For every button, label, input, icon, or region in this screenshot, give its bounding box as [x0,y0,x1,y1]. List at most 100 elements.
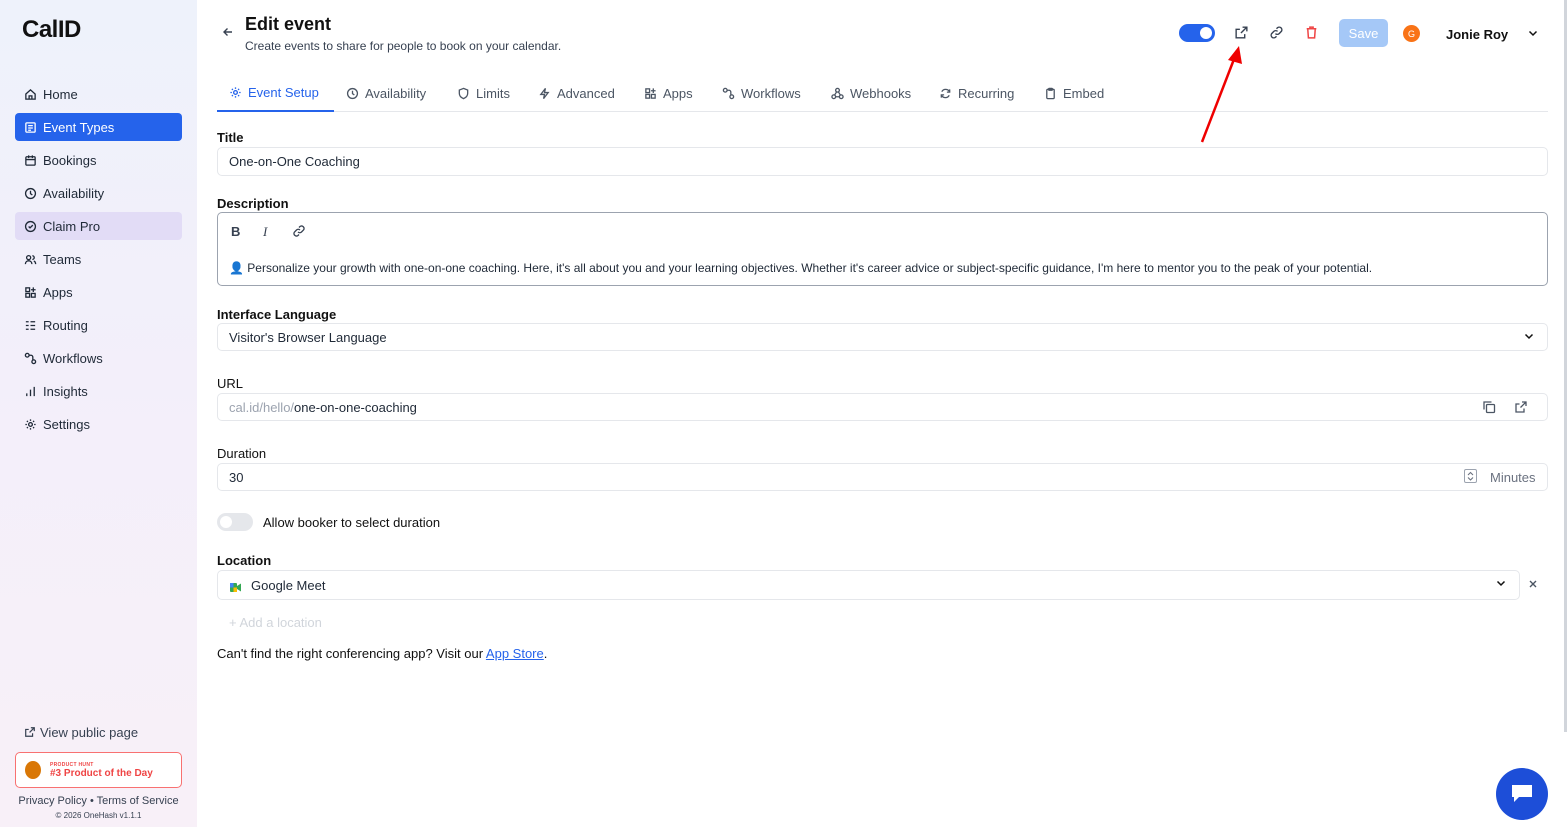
url-label: URL [217,376,244,391]
external-link-icon[interactable] [1514,400,1528,414]
sidebar-item-settings[interactable]: Settings [15,410,182,438]
external-link-icon [24,726,36,738]
chat-support-button[interactable] [1496,768,1548,820]
copy-link-icon[interactable] [1269,25,1285,41]
webhook-icon [831,87,844,100]
app-logo[interactable]: CalID [22,16,81,44]
italic-icon[interactable]: I [263,224,277,239]
event-tabs: Event Setup Availability Limits Advanced… [217,75,1548,112]
tab-advanced[interactable]: Advanced [526,75,627,112]
allow-duration-label: Allow booker to select duration [263,515,441,530]
bold-icon[interactable]: B [231,224,245,239]
duration-stepper[interactable] [1464,469,1477,483]
users-icon [23,252,37,266]
sidebar-item-label: Event Types [43,119,115,135]
sidebar: CalID Home Event Types Bookings Availabi… [0,0,197,827]
privacy-policy-link[interactable]: Privacy Policy [18,795,86,807]
sidebar-item-claim-pro[interactable]: Claim Pro [15,212,182,240]
language-select[interactable]: Visitor's Browser Language [217,323,1548,351]
title-label: Title [217,130,244,145]
tab-availability[interactable]: Availability [334,75,438,112]
chevron-down-icon[interactable] [1523,330,1537,344]
help-text-prefix: Can't find the right conferencing app? V… [217,646,486,661]
sidebar-item-workflows[interactable]: Workflows [15,344,182,372]
gear-icon [229,86,242,99]
clock-icon [23,186,37,200]
copy-icon[interactable] [1482,400,1496,414]
chevron-down-icon[interactable] [1495,577,1509,591]
description-text: 👤 Personalize your growth with one-on-on… [229,261,1373,275]
url-prefix: cal.id/hello/ [229,399,295,415]
routing-icon [23,318,37,332]
tab-webhooks[interactable]: Webhooks [819,75,923,112]
sidebar-item-apps[interactable]: Apps [15,278,182,306]
sidebar-footer: View public page PRODUCT HUNT #3 Product… [15,722,182,820]
sidebar-item-teams[interactable]: Teams [15,245,182,273]
tab-label: Advanced [557,86,615,101]
google-meet-icon [230,580,241,592]
tab-label: Embed [1063,86,1105,101]
app-store-link[interactable]: App Store [486,646,544,661]
sidebar-item-insights[interactable]: Insights [15,377,182,405]
add-location-button[interactable]: + Add a location [229,615,322,630]
tab-workflows[interactable]: Workflows [710,75,813,112]
lightning-icon [538,87,551,100]
description-label: Description [217,196,289,211]
tab-label: Apps [663,86,693,101]
workflow-icon [722,87,735,100]
event-types-icon [23,120,37,134]
clipboard-icon [1044,87,1057,100]
url-slug: one-on-one-coaching [294,399,417,415]
workflow-icon [23,351,37,365]
url-input[interactable]: cal.id/hello/one-on-one-coaching [217,393,1548,421]
link-icon[interactable] [292,224,306,238]
location-select[interactable]: Google Meet [217,570,1520,600]
chevron-down-icon[interactable] [1527,27,1539,39]
sidebar-item-label: Bookings [43,152,97,168]
preview-external-link-icon[interactable] [1234,25,1250,41]
badge-icon [23,219,37,233]
title-input[interactable]: One-on-One Coaching [217,147,1548,176]
sidebar-item-label: Home [43,86,78,102]
sidebar-item-routing[interactable]: Routing [15,311,182,339]
sidebar-item-home[interactable]: Home [15,80,182,108]
gear-icon [23,417,37,431]
page-title: Edit event [245,14,332,34]
grid-icon [644,87,657,100]
sidebar-item-label: Settings [43,416,90,432]
page-subtitle: Create events to share for people to boo… [245,39,562,53]
sidebar-item-label: Routing [43,317,88,333]
tab-label: Limits [476,86,510,101]
title-value: One-on-One Coaching [229,154,360,169]
tab-label: Event Setup [248,85,319,100]
trash-icon[interactable] [1304,25,1320,41]
close-icon[interactable] [1527,578,1539,590]
tab-limits[interactable]: Limits [445,75,522,112]
back-arrow-icon[interactable] [221,25,235,39]
tab-apps[interactable]: Apps [632,75,705,112]
shield-icon [457,87,470,100]
tab-label: Recurring [958,86,1015,101]
sidebar-item-availability[interactable]: Availability [15,179,182,207]
duration-input[interactable]: 30 [217,463,1548,491]
tab-embed[interactable]: Embed [1032,75,1116,112]
tab-label: Availability [365,86,427,101]
sidebar-item-bookings[interactable]: Bookings [15,146,182,174]
product-hunt-badge[interactable]: PRODUCT HUNT #3 Product of the Day [15,752,182,788]
tab-label: Workflows [741,86,801,101]
save-button[interactable]: Save [1339,19,1388,47]
tab-event-setup[interactable]: Event Setup [217,75,334,112]
location-label: Location [217,553,272,568]
tab-recurring[interactable]: Recurring [927,75,1026,112]
terms-of-service-link[interactable]: Terms of Service [97,795,179,807]
language-label: Interface Language [217,307,337,322]
view-public-page-label: View public page [40,724,139,740]
sidebar-item-event-types[interactable]: Event Types [15,113,182,141]
avatar[interactable]: G [1403,25,1420,42]
event-enabled-toggle[interactable] [1179,24,1215,42]
copyright-text: © 2026 OneHash v1.1.1 [55,811,142,820]
sidebar-item-label: Claim Pro [43,218,101,234]
user-name[interactable]: Jonie Roy [1446,27,1508,42]
allow-duration-toggle[interactable] [217,513,253,531]
view-public-page-link[interactable]: View public page [15,722,182,742]
